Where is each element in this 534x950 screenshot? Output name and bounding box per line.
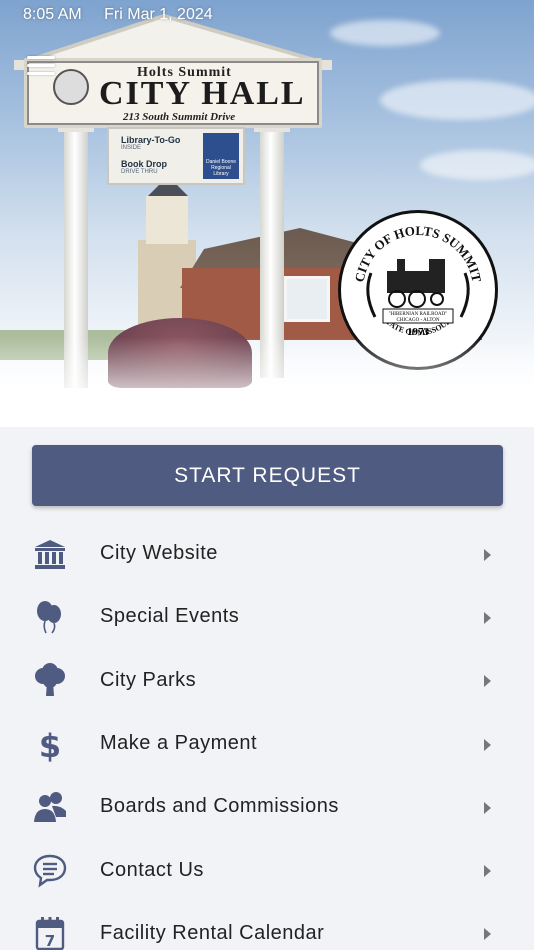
menu-item-label: City Website [100, 542, 218, 565]
status-bar: 8:05 AM Fri Mar 1, 2024 [23, 6, 213, 24]
library-sign: Library-To-Go INSIDE Book Drop DRIVE THR… [107, 127, 245, 185]
chevron-right-icon [484, 611, 491, 624]
menu-bar [27, 72, 55, 75]
people-icon [32, 789, 68, 825]
book-drop-label: Book Drop DRIVE THRU [121, 159, 167, 175]
building-icon [32, 536, 68, 572]
library-to-go-text: Library-To-Go [121, 135, 181, 145]
calendar-icon: 7 [32, 915, 68, 950]
status-date: Fri Mar 1, 2024 [104, 6, 213, 23]
menu-item-label: Special Events [100, 605, 240, 628]
menu-item-label: City Parks [100, 668, 197, 691]
seal-banner-text-2: CHICAGO - ALTON [396, 318, 439, 323]
menu-bar [27, 64, 55, 67]
menu-item-special-events[interactable]: Special Events [0, 585, 534, 648]
chat-icon [32, 852, 68, 888]
menu-item-label: Contact Us [100, 858, 204, 881]
building-window [284, 276, 330, 322]
hero-fade [0, 337, 534, 427]
sign-emblem-icon [53, 69, 89, 105]
menu-item-label: Boards and Commissions [100, 795, 339, 818]
menu-item-city-parks[interactable]: City Parks [0, 649, 534, 712]
chevron-right-icon [484, 865, 491, 878]
chevron-right-icon [484, 675, 491, 688]
calendar-day: 7 [45, 932, 55, 950]
start-request-button[interactable]: START REQUEST [32, 445, 503, 506]
library-to-go-label: Library-To-Go INSIDE [121, 135, 180, 151]
chevron-right-icon [484, 801, 491, 814]
menu-item-label: Facility Rental Calendar [100, 921, 325, 944]
menu-item-boards-and-commissions[interactable]: Boards and Commissions [0, 775, 534, 838]
cloud [330, 20, 440, 46]
drive-thru-text: DRIVE THRU [121, 169, 158, 175]
balloons-icon [32, 599, 68, 635]
services-menu: City Website Special Events City Parks $… [0, 522, 534, 950]
chevron-right-icon [484, 928, 491, 941]
tree-icon [32, 662, 68, 698]
seal-banner-text: "HIBERNIAN RAILROAD" [389, 312, 448, 317]
dollar-icon: $ [32, 726, 68, 762]
menu-item-label: Make a Payment [100, 732, 258, 755]
menu-bar [27, 56, 55, 59]
clock-tower-top [146, 196, 188, 244]
cloud [420, 150, 534, 180]
menu-item-city-website[interactable]: City Website [0, 522, 534, 585]
chevron-right-icon [484, 738, 491, 751]
library-inside-text: INSIDE [121, 145, 142, 151]
hamburger-menu-icon[interactable] [27, 56, 55, 76]
book-drop-text: Book Drop [121, 159, 167, 169]
sign-address: 213 South Summit Drive [123, 111, 236, 123]
menu-item-make-a-payment[interactable]: $ Make a Payment [0, 712, 534, 775]
library-logo: Daniel Boone Regional Library [203, 133, 239, 179]
city-hall-sign: Holts Summit CITY HALL 213 South Summit … [24, 58, 322, 128]
sign-title: CITY HALL [99, 75, 306, 112]
hero-banner: Holts Summit CITY HALL 213 South Summit … [0, 0, 534, 427]
svg-text:$: $ [39, 727, 61, 762]
chevron-right-icon [484, 548, 491, 561]
cloud [380, 80, 534, 120]
menu-item-facility-rental-calendar[interactable]: 7 Facility Rental Calendar [0, 902, 534, 950]
menu-item-contact-us[interactable]: Contact Us [0, 838, 534, 901]
status-time: 8:05 AM [23, 6, 82, 23]
